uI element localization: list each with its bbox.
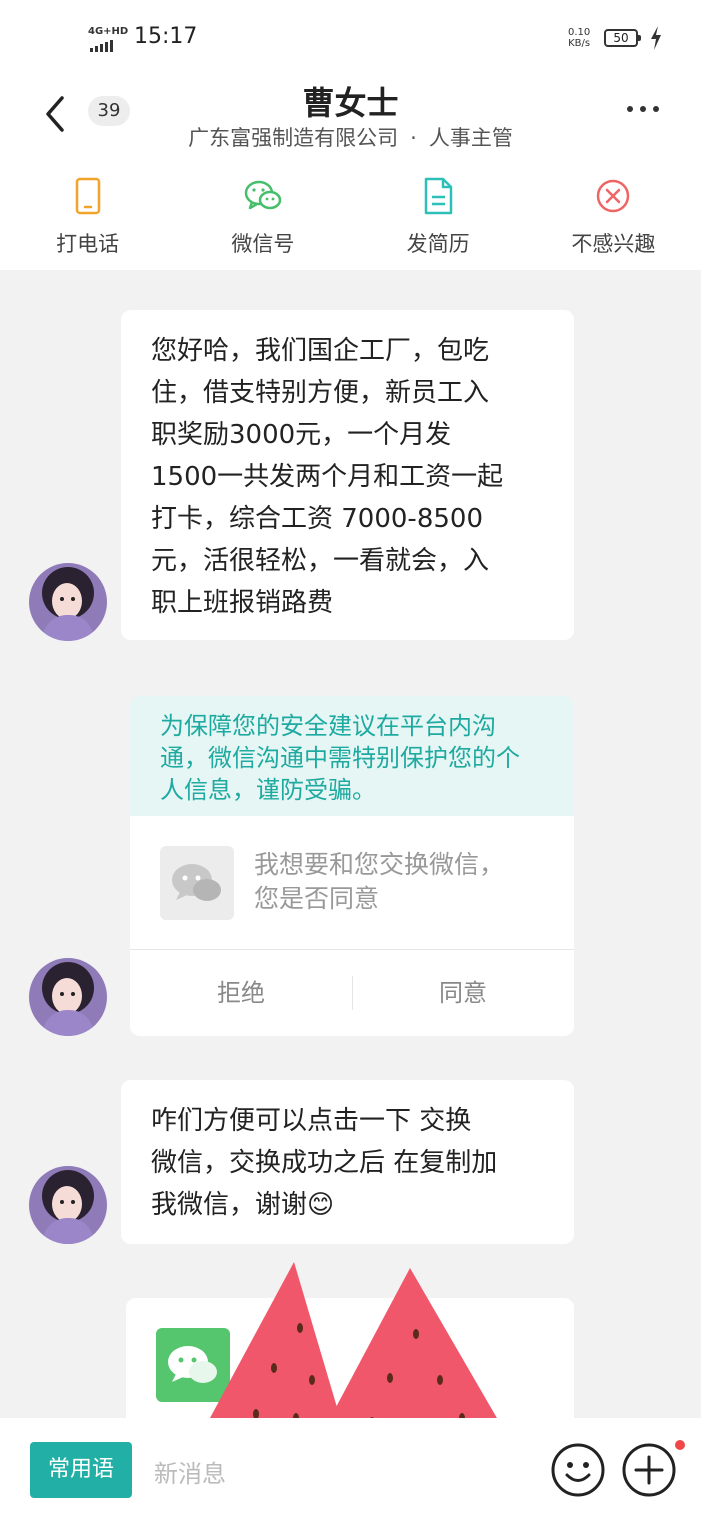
status-bar: 4G+HD 15:17 0.10 KB/s 50 bbox=[0, 0, 701, 78]
wechat-icon bbox=[244, 180, 282, 210]
network-speed: 0.10 KB/s bbox=[568, 27, 590, 49]
company-name: 广东富强制造有限公司 bbox=[188, 126, 399, 150]
wechat-exchange-request: 我想要和您交换微信， 您是否同意 bbox=[254, 850, 505, 913]
not-interested-button[interactable]: 不感兴趣 bbox=[526, 158, 701, 270]
battery-icon: 50 bbox=[604, 29, 641, 47]
input-bar: 常用语 新消息 bbox=[0, 1418, 701, 1521]
wechat-id-button[interactable]: 微信号 bbox=[175, 158, 350, 270]
phone-icon bbox=[75, 177, 100, 215]
message-text: 您好哈，我们国企工厂，包吃 住，借支特别方便，新员工入 职奖励3000元，一个月… bbox=[151, 336, 504, 618]
message-bubble[interactable]: 您好哈，我们国企工厂，包吃 住，借支特别方便，新员工入 职奖励3000元，一个月… bbox=[121, 310, 574, 640]
wechat-placeholder-icon bbox=[160, 846, 234, 920]
safety-notice: 为保障您的安全建议在平台内沟 通，微信沟通中需特别保护您的个 人信息，谨防受骗。 bbox=[130, 696, 574, 816]
network-speed-unit: KB/s bbox=[568, 38, 591, 49]
chat-messages[interactable]: 您好哈，我们国企工厂，包吃 住，借支特别方便，新员工入 职奖励3000元，一个月… bbox=[0, 270, 701, 1438]
send-resume-button[interactable]: 发简历 bbox=[351, 158, 526, 270]
charging-icon bbox=[651, 26, 661, 50]
common-phrases-button[interactable]: 常用语 bbox=[30, 1442, 132, 1498]
avatar[interactable] bbox=[29, 958, 107, 1036]
safety-notice-text: 为保障您的安全建议在平台内沟 通，微信沟通中需特别保护您的个 人信息，谨防受骗。 bbox=[160, 712, 520, 804]
call-label: 打电话 bbox=[56, 232, 120, 256]
unread-count-badge: 39 bbox=[88, 96, 130, 126]
network-speed-value: 0.10 bbox=[568, 27, 591, 38]
call-button[interactable]: 打电话 bbox=[0, 158, 175, 270]
more-options-icon[interactable] bbox=[627, 106, 659, 112]
message-text: 咋们方便可以点击一下 交换 微信，交换成功之后 在复制加 我微信，谢谢😊 bbox=[151, 1106, 498, 1220]
reject-button[interactable]: 拒绝 bbox=[130, 950, 352, 1036]
wechat-id-label: 微信号 bbox=[231, 232, 295, 256]
emoji-icon[interactable] bbox=[550, 1442, 606, 1498]
wechat-exchange-card: 我想要和您交换微信， 您是否同意 拒绝 同意 bbox=[130, 816, 574, 1036]
avatar[interactable] bbox=[29, 563, 107, 641]
job-position: 人事主管 bbox=[428, 126, 513, 150]
message-bubble[interactable]: 咋们方便可以点击一下 交换 微信，交换成功之后 在复制加 我微信，谢谢😊 bbox=[121, 1080, 574, 1244]
subtitle-separator: · bbox=[410, 126, 417, 150]
avatar[interactable] bbox=[29, 1166, 107, 1244]
send-resume-label: 发简历 bbox=[406, 232, 470, 256]
network-type: 4G+HD bbox=[88, 26, 129, 37]
battery-level: 50 bbox=[613, 31, 629, 45]
action-bar: 打电话 微信号 发简历 不感兴趣 bbox=[0, 158, 701, 270]
accept-button[interactable]: 同意 bbox=[352, 950, 574, 1036]
plus-icon[interactable] bbox=[621, 1442, 677, 1498]
contact-subtitle: 广东富强制造有限公司 · 人事主管 bbox=[0, 122, 701, 152]
not-interested-icon bbox=[597, 179, 630, 213]
signal-icon bbox=[90, 40, 113, 52]
not-interested-label: 不感兴趣 bbox=[571, 232, 656, 256]
notification-dot bbox=[675, 1440, 685, 1450]
message-input[interactable]: 新消息 bbox=[154, 1454, 226, 1489]
status-time: 15:17 bbox=[134, 24, 198, 49]
resume-icon bbox=[424, 177, 453, 215]
back-arrow-icon[interactable] bbox=[40, 94, 70, 134]
chat-header: 曹女士 广东富强制造有限公司 · 人事主管 39 bbox=[0, 78, 701, 158]
